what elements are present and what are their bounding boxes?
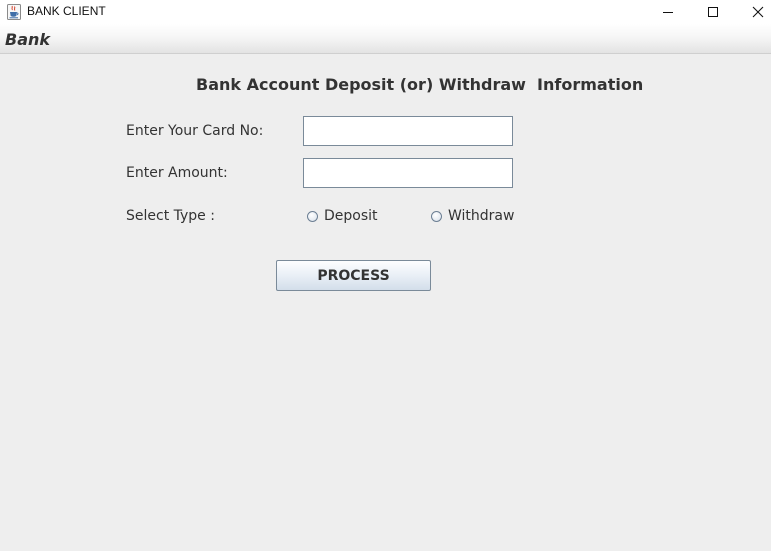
window-title: BANK CLIENT [27, 4, 106, 18]
withdraw-radio-label[interactable]: Withdraw [448, 208, 514, 224]
card-number-input[interactable] [303, 116, 513, 146]
maximize-button[interactable] [690, 0, 736, 24]
withdraw-radio[interactable]: Withdraw [431, 208, 514, 224]
deposit-radio[interactable]: Deposit [307, 208, 378, 224]
radio-circle-icon[interactable] [431, 210, 442, 222]
title-bar: BANK CLIENT [0, 0, 771, 24]
page-title: Bank Account Deposit (or) Withdraw Infor… [196, 75, 644, 94]
minimize-icon [662, 3, 674, 22]
radio-circle-icon[interactable] [307, 210, 318, 222]
select-type-label: Select Type : [126, 208, 215, 224]
amount-input[interactable] [303, 158, 513, 188]
maximize-icon [707, 3, 719, 22]
menu-bar: Bank [0, 24, 771, 54]
java-cup-icon [7, 4, 21, 20]
deposit-radio-label[interactable]: Deposit [324, 208, 378, 224]
amount-label: Enter Amount: [126, 165, 228, 181]
card-number-label: Enter Your Card No: [126, 123, 264, 139]
close-button[interactable] [735, 0, 771, 24]
minimize-button[interactable] [645, 0, 691, 24]
process-button[interactable]: PROCESS [276, 260, 431, 291]
menu-bank[interactable]: Bank [5, 30, 50, 49]
close-icon [752, 3, 764, 22]
